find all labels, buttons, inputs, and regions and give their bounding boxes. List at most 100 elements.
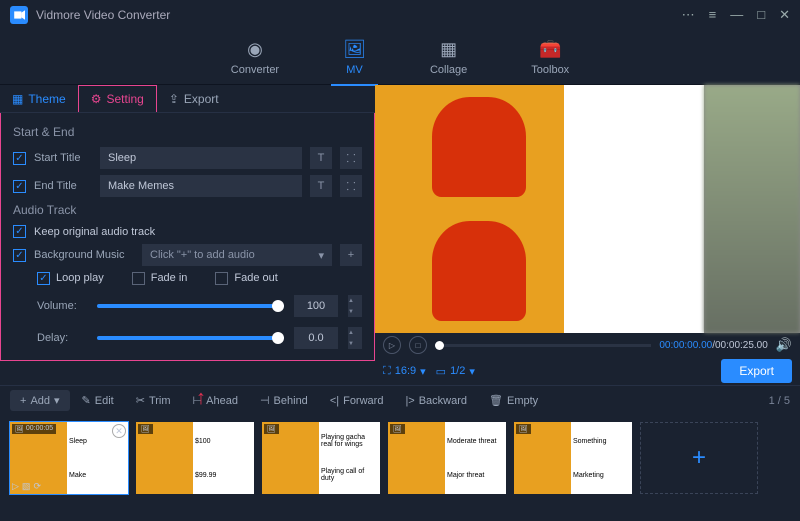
image-icon: 🖼 — [267, 425, 276, 433]
rotate-icon[interactable]: ⟳ — [33, 481, 41, 492]
image-icon: 🖼 — [141, 425, 150, 433]
tab-toolbox[interactable]: 🧰 Toolbox — [519, 35, 581, 80]
section-audio: Audio Track — [13, 203, 362, 217]
end-title-input[interactable] — [100, 175, 302, 197]
end-title-checkbox[interactable]: ✓ — [13, 180, 26, 193]
mv-icon: 🖼 — [343, 39, 366, 60]
preview-canvas[interactable] — [375, 85, 800, 333]
clip-thumbnail[interactable]: 🖼 Playing gacha real for wingsPlaying ca… — [262, 422, 380, 494]
subtab-label: Export — [184, 92, 219, 106]
export-button[interactable]: Export — [721, 359, 792, 383]
behind-button[interactable]: ⊣ Behind — [250, 390, 318, 411]
menu-icon[interactable]: ≡ — [709, 7, 717, 23]
tab-label: Toolbox — [531, 64, 569, 76]
image-icon: 🖼 — [393, 425, 402, 433]
delay-slider[interactable] — [97, 336, 284, 340]
subtab-label: Setting — [106, 92, 143, 106]
delay-label: Delay: — [37, 332, 87, 344]
fadeout-checkbox[interactable] — [215, 272, 228, 285]
volume-value[interactable]: 100 — [294, 295, 338, 317]
section-start-end: Start & End — [13, 125, 362, 139]
subtab-label: Theme — [28, 92, 65, 106]
edit-button[interactable]: ✎ Edit — [72, 390, 124, 411]
annotation-arrow: ↑ — [196, 387, 206, 410]
converter-icon: ◉ — [247, 39, 263, 60]
image-icon: 🖼 — [519, 425, 528, 433]
settings-panel: Start & End ✓ Start Title T ⸬ ✓ End Titl… — [0, 113, 375, 361]
delay-up[interactable]: ▲ — [348, 330, 362, 336]
clip-thumbnail[interactable]: 🖼00:00:05 ✕ SleepMake ▷▧⟳ — [10, 422, 128, 494]
grid-button[interactable]: ⸬ — [340, 147, 362, 169]
bg-music-checkbox[interactable]: ✓ — [13, 249, 26, 262]
add-clip-button[interactable]: + — [640, 422, 758, 494]
start-title-checkbox[interactable]: ✓ — [13, 152, 26, 165]
loop-checkbox[interactable]: ✓ — [37, 272, 50, 285]
subtab-setting[interactable]: ⚙ Setting — [78, 85, 157, 112]
play-icon[interactable]: ▷ — [12, 481, 19, 492]
image-icon: 🖼 — [15, 425, 24, 433]
fadein-label: Fade in — [151, 272, 188, 285]
progress-bar[interactable] — [435, 344, 651, 347]
export-icon: ⇪ — [169, 92, 179, 106]
clip-duration: 00:00:05 — [26, 425, 53, 433]
end-title-label: End Title — [34, 180, 92, 192]
start-title-input[interactable] — [100, 147, 302, 169]
clip-thumbnail[interactable]: 🖼 Moderate threatMajor threat — [388, 422, 506, 494]
volume-down[interactable]: ▼ — [348, 309, 362, 315]
maximize-icon[interactable]: □ — [757, 7, 765, 23]
delay-value[interactable]: 0.0 — [294, 327, 338, 349]
close-icon[interactable]: ✕ — [779, 7, 790, 23]
forward-button[interactable]: <| Forward — [320, 391, 394, 411]
text-style-button[interactable]: T — [310, 147, 332, 169]
aspect-button[interactable]: ⛶ 16:9 ▾ — [383, 365, 426, 378]
app-logo — [10, 6, 28, 24]
bg-music-placeholder: Click "+" to add audio — [150, 249, 255, 261]
fadein-checkbox[interactable] — [132, 272, 145, 285]
grid-button[interactable]: ⸬ — [340, 175, 362, 197]
app-title: Vidmore Video Converter — [36, 8, 682, 22]
loop-label: Loop play — [56, 272, 104, 285]
volume-up[interactable]: ▲ — [348, 298, 362, 304]
tab-mv[interactable]: 🖼 MV — [331, 35, 378, 80]
crop-icon[interactable]: ▧ — [22, 481, 31, 492]
collage-icon: ▦ — [440, 39, 457, 60]
volume-slider[interactable] — [97, 304, 284, 308]
remove-clip-button[interactable]: ✕ — [112, 424, 126, 438]
empty-button[interactable]: 🗑 Empty — [479, 390, 548, 411]
add-button[interactable]: + Add ▾ — [10, 390, 70, 411]
stop-button[interactable]: □ — [409, 336, 427, 354]
clip-thumbnail[interactable]: 🖼 SomethingMarketing — [514, 422, 632, 494]
tab-label: Collage — [430, 64, 467, 76]
bg-music-select[interactable]: Click "+" to add audio ▾ — [142, 244, 332, 266]
grid-icon: ▦ — [12, 92, 23, 106]
subtab-theme[interactable]: ▦ Theme — [0, 85, 78, 112]
gear-icon: ⚙ — [91, 92, 102, 106]
ahead-button[interactable]: ⊢ Ahead — [183, 390, 248, 411]
text-style-button[interactable]: T — [310, 175, 332, 197]
start-title-label: Start Title — [34, 152, 92, 164]
subtab-export[interactable]: ⇪ Export — [157, 85, 231, 112]
tab-label: Converter — [231, 64, 279, 76]
fadeout-label: Fade out — [234, 272, 277, 285]
delay-down[interactable]: ▼ — [348, 341, 362, 347]
backward-button[interactable]: |> Backward — [395, 391, 477, 411]
keep-original-label: Keep original audio track — [34, 226, 155, 238]
time-current: 00:00:00.00 — [659, 340, 712, 351]
page-button[interactable]: ▭ 1/2 ▾ — [436, 365, 475, 378]
tab-label: MV — [346, 64, 363, 76]
volume-icon[interactable]: 🔊 — [776, 337, 792, 353]
add-audio-button[interactable]: + — [340, 244, 362, 266]
feedback-icon[interactable]: ⋯ — [682, 7, 695, 23]
time-total: /00:00:25.00 — [712, 340, 768, 351]
minimize-icon[interactable]: — — [730, 7, 743, 23]
volume-label: Volume: — [37, 300, 87, 312]
tab-collage[interactable]: ▦ Collage — [418, 35, 479, 80]
play-button[interactable]: ▷ — [383, 336, 401, 354]
keep-original-checkbox[interactable]: ✓ — [13, 225, 26, 238]
tab-converter[interactable]: ◉ Converter — [219, 35, 291, 80]
clip-thumbnail[interactable]: 🖼 $100$99.99 — [136, 422, 254, 494]
trim-button[interactable]: ✂ Trim — [126, 390, 181, 411]
bg-music-label: Background Music — [34, 249, 134, 261]
chevron-down-icon: ▾ — [318, 249, 324, 262]
clip-counter: 1 / 5 — [769, 395, 790, 407]
